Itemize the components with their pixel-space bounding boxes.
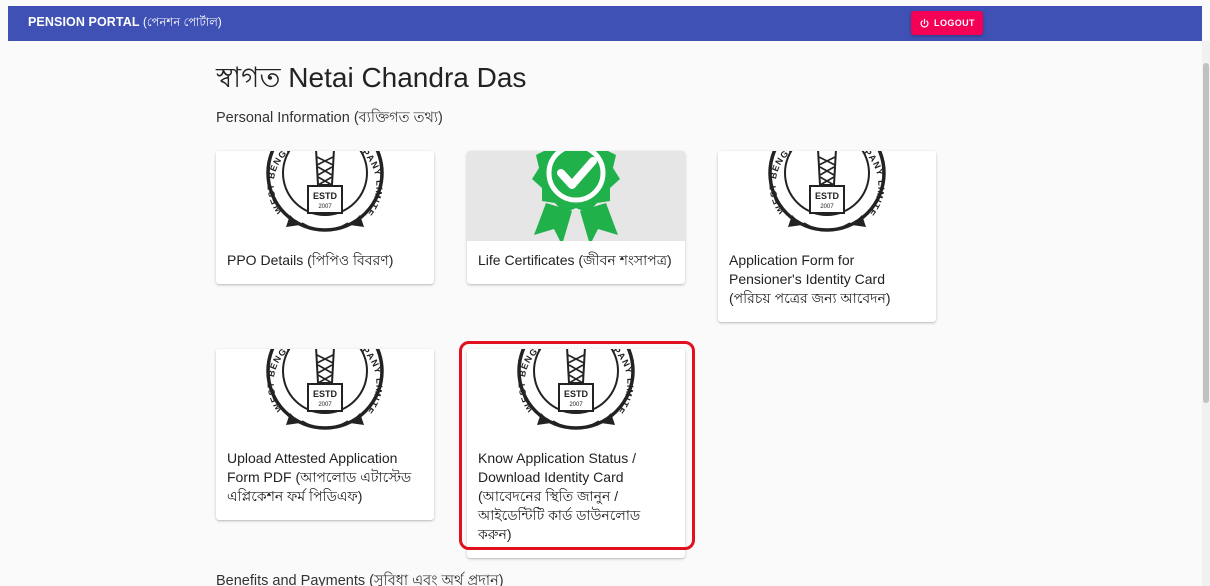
top-app-bar: PENSION PORTAL (পেনশন পোর্টাল) LOGOUT [8,6,1202,41]
logout-label: LOGOUT [934,18,975,28]
brand-subtitle: (পেনশন পোর্টাল) [142,17,222,29]
seal-arc-text: WEST BENGAL STATE [250,349,309,413]
card-media [467,151,685,241]
card-label: Application Form for Pensioner's Identit… [729,252,891,306]
seal-estd: ESTD [313,191,338,201]
seal-year: 2007 [318,204,332,210]
card-ppo-details[interactable]: WEST BENGAL STATE COMPANY LIMITED ESTD 2… [216,151,434,284]
card-identity-card-application[interactable]: WEST BENGAL STATE COMPANY LIMITED ESTD 2… [718,151,936,322]
svg-text:WEST BENGAL STATE: WEST BENGAL STATE [752,151,812,215]
card-life-certificates[interactable]: Life Certificates (জীবন শংসাপত্র) [467,151,685,284]
seal-arc-text: WEST BENGAL STATE [250,151,309,215]
card-media: WEST BENGAL STATE COMPANY LIMITED ESTD 2… [216,349,434,439]
brand-title: PENSION PORTAL [28,15,140,29]
seal-year: 2007 [820,204,834,210]
portal-brand[interactable]: PENSION PORTAL (পেনশন পোর্টাল) [8,14,222,33]
section-benefits-and-payments: Benefits and Payments (সুবিধা এবং অর্থ প… [216,573,504,586]
pension-portal-page: PENSION PORTAL (পেনশন পোর্টাল) LOGOUT স্… [0,0,1210,586]
company-seal-icon: WEST BENGAL STATE COMPANY LIMITED ESTD 2… [250,151,384,232]
welcome-heading: স্বাগত Netai Chandra Das [216,62,527,93]
company-seal-icon: WEST BENGAL STATE COMPANY LIMITED ESTD 2… [250,349,384,430]
highlight-box [459,341,695,550]
seal-estd: ESTD [313,389,338,399]
card-media: WEST BENGAL STATE COMPANY LIMITED ESTD 2… [718,151,936,241]
seal-arc-text: WEST BENGAL STATE [752,151,811,215]
card-media: WEST BENGAL STATE COMPANY LIMITED ESTD 2… [216,151,434,241]
company-seal-icon: WEST BENGAL STATE COMPANY LIMITED ESTD 2… [752,151,886,232]
card-upload-attested-form[interactable]: WEST BENGAL STATE COMPANY LIMITED ESTD 2… [216,349,434,520]
page-scrollbar[interactable] [1202,41,1210,586]
card-label: Life Certificates (জীবন শংসাপত্র) [478,252,672,268]
section-personal-information: Personal Information (ব্যক্তিগত তথ্য) [216,110,443,126]
svg-text:WEST BENGAL STATE: WEST BENGAL STATE [250,151,310,215]
card-label: PPO Details (পিপিও বিবরণ) [227,252,394,268]
seal-estd: ESTD [815,191,840,201]
verified-badge-icon [532,151,620,241]
card-label: Upload Attested Application Form PDF (আপ… [227,450,412,504]
power-icon [920,18,929,27]
logout-button[interactable]: LOGOUT [911,11,983,35]
seal-year: 2007 [318,402,332,408]
scrollbar-thumb[interactable] [1203,63,1209,403]
svg-text:WEST BENGAL STATE: WEST BENGAL STATE [250,349,310,413]
